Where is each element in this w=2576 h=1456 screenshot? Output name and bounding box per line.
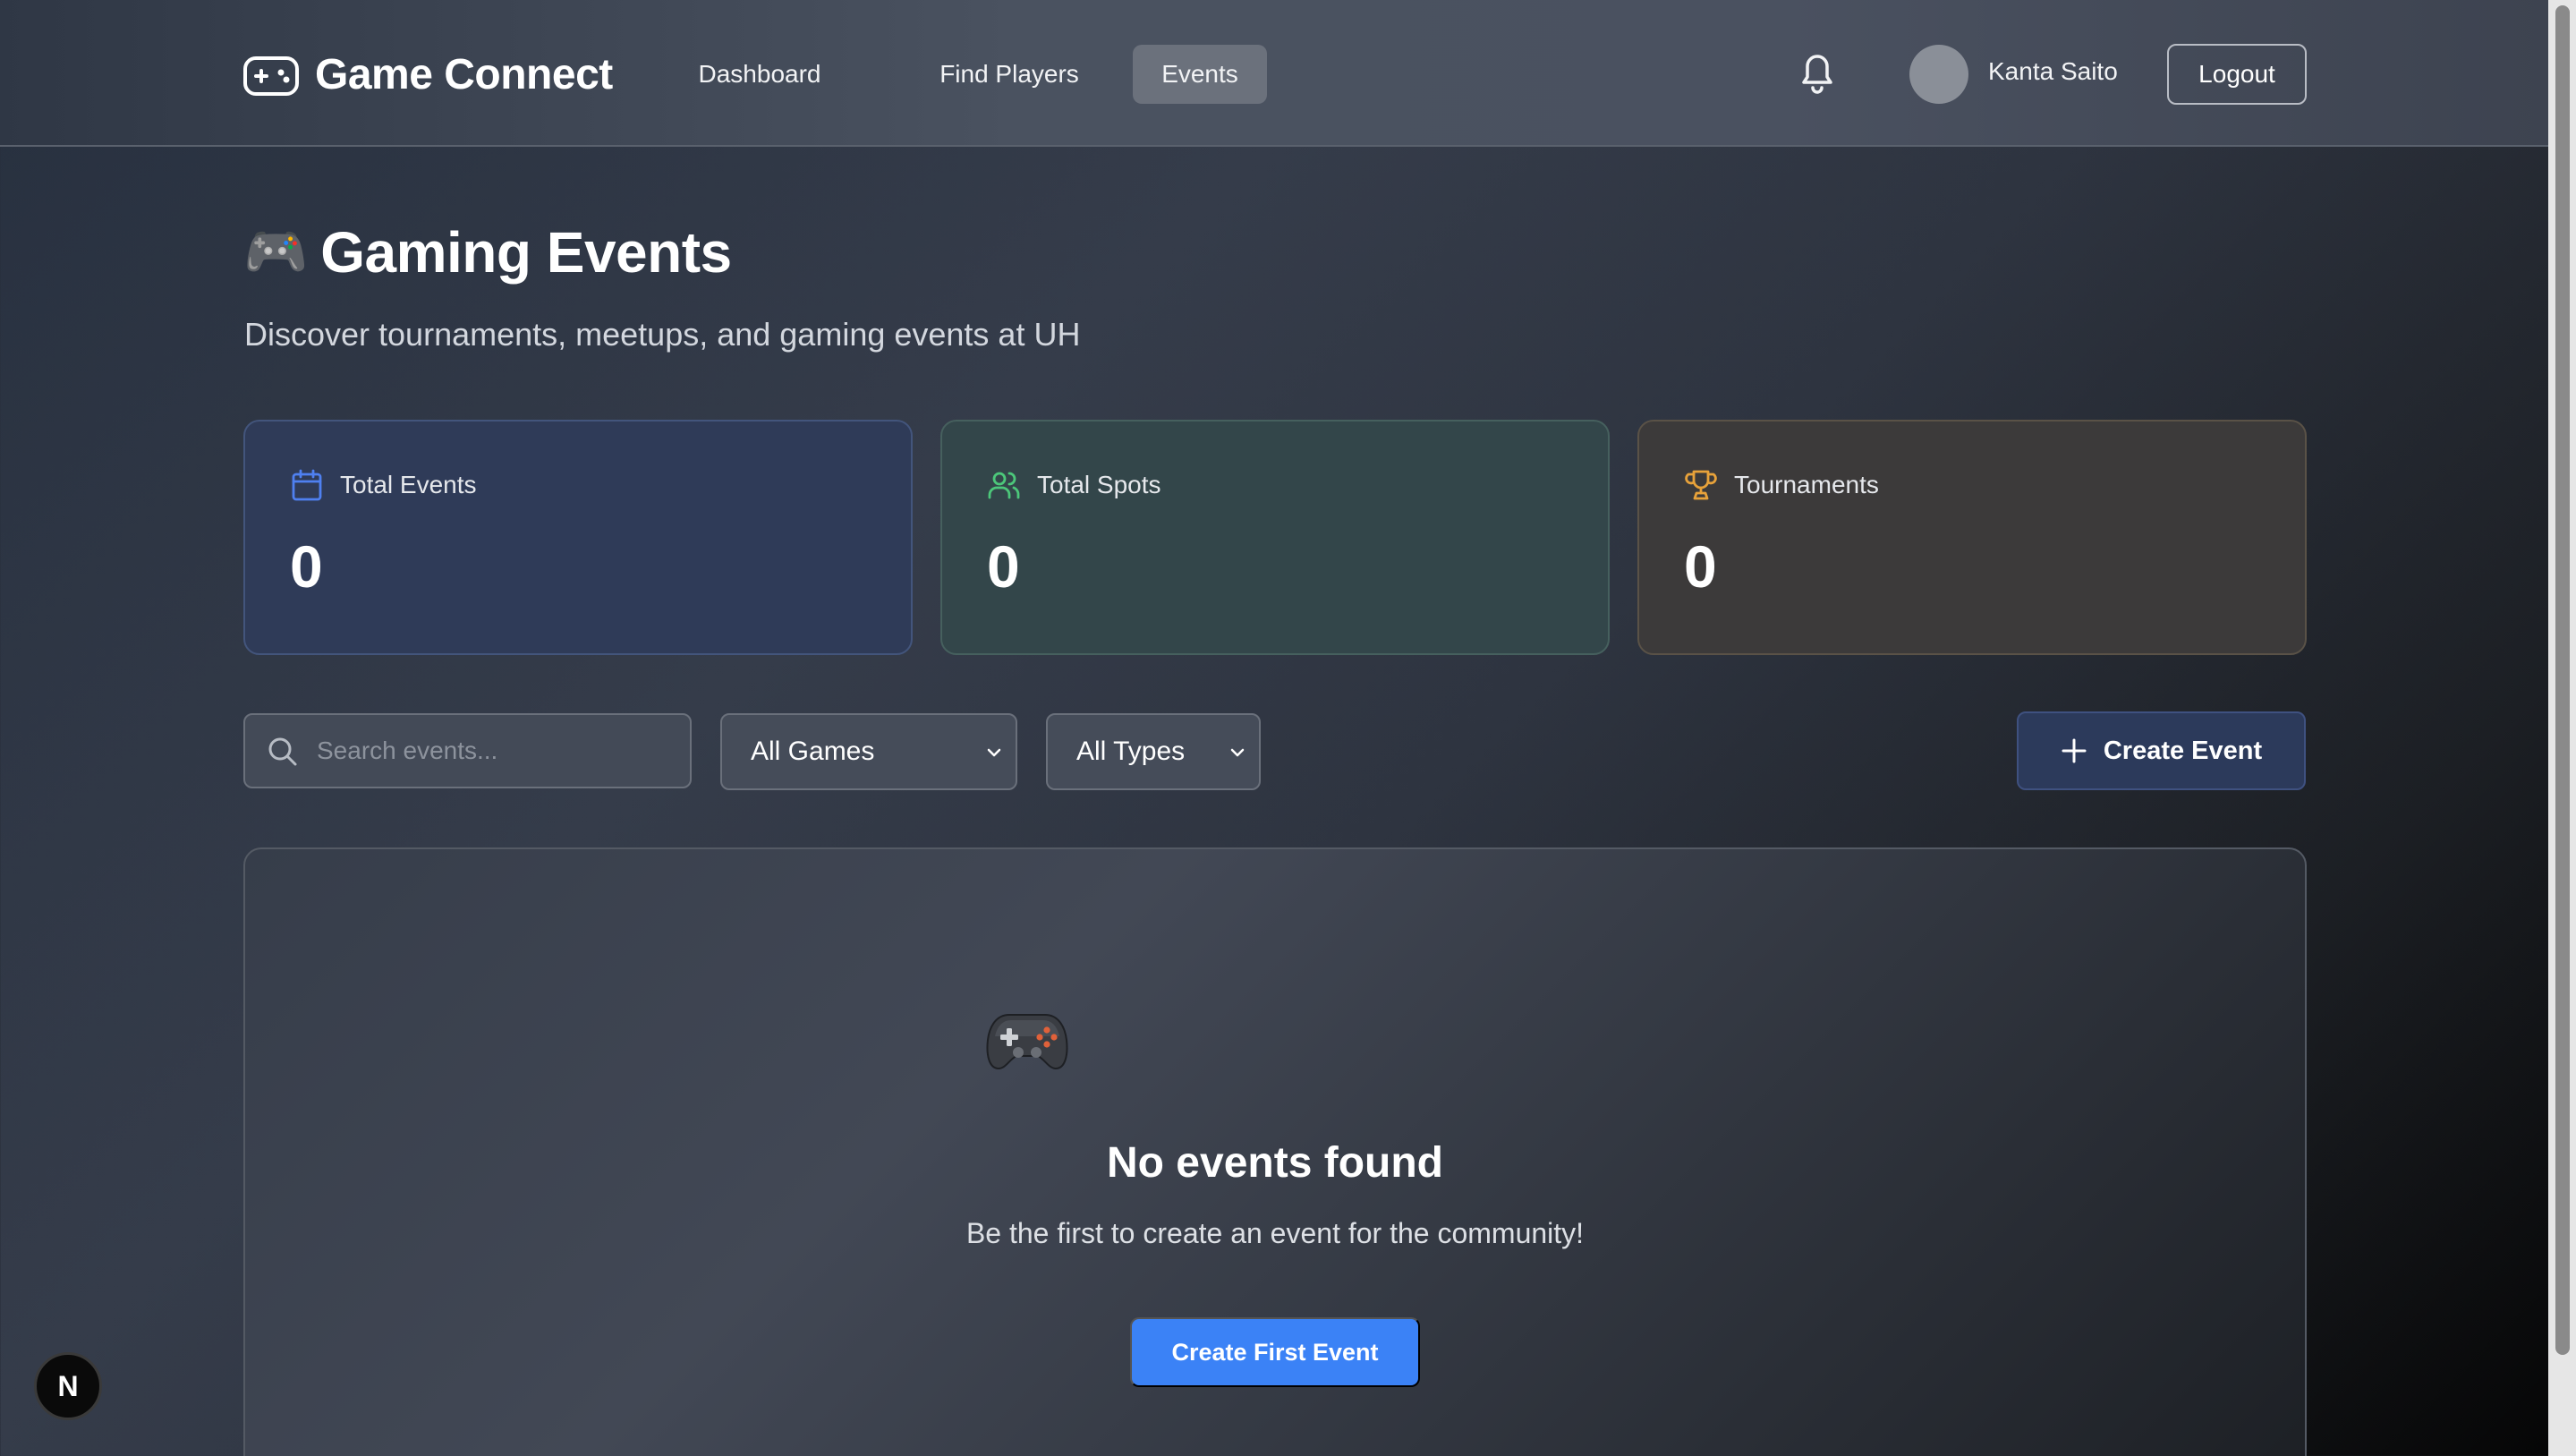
users-icon [988, 472, 1020, 499]
trophy-icon [1685, 470, 1717, 500]
search-input[interactable] [317, 715, 675, 787]
dev-tools-badge[interactable]: N [34, 1352, 102, 1420]
chevron-down-icon [987, 748, 1001, 757]
nav-dashboard[interactable]: Dashboard [673, 45, 846, 104]
create-event-label: Create Event [2103, 736, 2263, 765]
stat-label: Total Spots [1037, 471, 1161, 498]
calendar-icon [292, 469, 322, 501]
nav-find-players[interactable]: Find Players [904, 45, 1115, 104]
type-select-value: All Types [1076, 737, 1186, 766]
empty-state-title: No events found [1106, 1139, 1443, 1187]
search-box[interactable] [243, 713, 692, 788]
page-title-row: 🎮 Gaming Events [243, 219, 732, 285]
logout-button[interactable]: Logout [2167, 44, 2307, 105]
avatar[interactable] [1909, 45, 1968, 104]
stat-card-total-spots: Total Spots 0 [940, 420, 1610, 655]
gamepad-icon [986, 1014, 1068, 1070]
stat-value: 0 [987, 533, 1020, 600]
gamepad-emoji-icon: 🎮 [243, 223, 309, 281]
stat-label: Total Events [340, 471, 477, 498]
stat-value: 0 [1684, 533, 1717, 600]
brand-logo[interactable]: Game Connect [243, 48, 613, 100]
scrollbar-thumb[interactable] [2555, 5, 2570, 1355]
game-select-value: All Games [751, 737, 875, 766]
search-icon [268, 737, 297, 766]
stat-card-total-events: Total Events 0 [243, 420, 913, 655]
gamepad-icon [243, 56, 299, 96]
game-select[interactable]: All Games [720, 713, 1017, 790]
empty-state-subtitle: Be the first to create an event for the … [965, 1217, 1585, 1249]
stat-value: 0 [290, 533, 323, 600]
page-title: Gaming Events [320, 220, 732, 285]
nav-events[interactable]: Events [1133, 45, 1267, 104]
top-nav-bar: Game Connect Dashboard Find Players Even… [0, 0, 2548, 147]
plus-icon [2062, 738, 2087, 763]
page-subtitle: Discover tournaments, meetups, and gamin… [244, 316, 1081, 353]
brand-name: Game Connect [315, 50, 613, 98]
type-select[interactable]: All Types [1046, 713, 1261, 790]
user-name[interactable]: Kanta Saito [1988, 57, 2118, 86]
stat-card-tournaments: Tournaments 0 [1637, 420, 2307, 655]
bell-icon[interactable] [1797, 48, 1838, 95]
create-first-event-button[interactable]: Create First Event [1130, 1317, 1420, 1387]
create-event-button[interactable]: Create Event [2017, 711, 2306, 790]
stat-label: Tournaments [1734, 471, 1879, 498]
chevron-down-icon [1230, 748, 1245, 757]
